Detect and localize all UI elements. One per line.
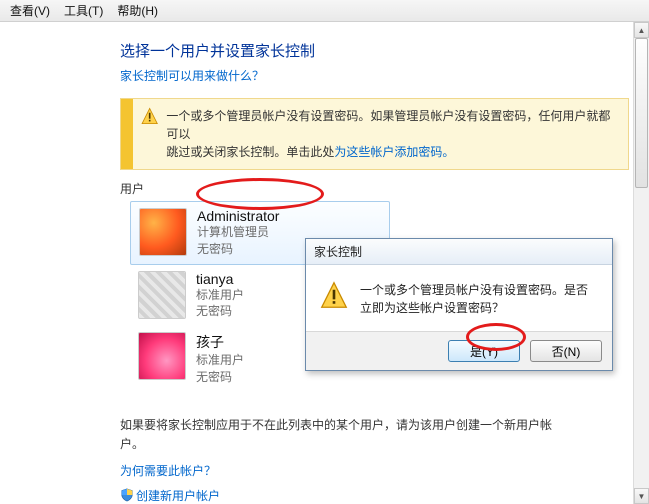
- user-pw: 无密码: [197, 241, 279, 258]
- warning-icon: [141, 107, 158, 125]
- create-account-link[interactable]: 创建新用户帐户: [120, 487, 629, 504]
- avatar: [138, 271, 186, 319]
- avatar: [138, 332, 186, 380]
- dialog-button-row: 是(Y) 否(N): [306, 331, 612, 370]
- warning-banner: 一个或多个管理员帐户没有设置密码。如果管理员帐户没有设置密码，任何用户就都可以 …: [120, 98, 629, 170]
- vertical-scrollbar[interactable]: ▲ ▼: [633, 22, 649, 504]
- what-is-link[interactable]: 家长控制可以用来做什么？: [120, 69, 264, 83]
- user-pw: 无密码: [196, 303, 244, 320]
- warning-stripe: [121, 99, 133, 169]
- parental-control-dialog: 家长控制 一个或多个管理员帐户没有设置密码。是否立即为这些帐户设置密码？ 是(Y…: [305, 238, 613, 371]
- user-role: 标准用户: [196, 287, 244, 304]
- user-role: 标准用户: [196, 352, 244, 369]
- user-name: Administrator: [197, 208, 279, 224]
- avatar: [139, 208, 187, 256]
- user-role: 计算机管理员: [197, 224, 279, 241]
- dialog-title: 家长控制: [306, 239, 612, 265]
- users-section-label: 用户: [120, 180, 629, 197]
- no-button[interactable]: 否(N): [530, 340, 602, 362]
- scroll-track[interactable]: [634, 38, 649, 488]
- warning-icon: [320, 281, 348, 309]
- scroll-down-button[interactable]: ▼: [634, 488, 649, 504]
- user-name: 孩子: [196, 332, 244, 352]
- menu-tools[interactable]: 工具(T): [64, 2, 103, 19]
- sidebar: [0, 22, 110, 504]
- menu-help[interactable]: 帮助(H): [117, 2, 158, 19]
- footer-text: 如果要将家长控制应用于不在此列表中的某个用户，请为该用户创建一个新用户帐户。: [120, 416, 570, 454]
- scroll-up-button[interactable]: ▲: [634, 22, 649, 38]
- add-password-link[interactable]: 为这些帐户添加密码。: [334, 145, 454, 159]
- dialog-message: 一个或多个管理员帐户没有设置密码。是否立即为这些帐户设置密码？: [360, 281, 598, 317]
- shield-icon: [120, 488, 134, 502]
- menu-view[interactable]: 查看(V): [10, 2, 50, 19]
- page-title: 选择一个用户并设置家长控制: [120, 40, 629, 61]
- warning-text: 一个或多个管理员帐户没有设置密码。如果管理员帐户没有设置密码，任何用户就都可以 …: [166, 107, 618, 161]
- user-name: tianya: [196, 271, 244, 287]
- yes-button[interactable]: 是(Y): [448, 340, 520, 362]
- why-account-link[interactable]: 为何需要此帐户？: [120, 462, 629, 479]
- menubar: 查看(V) 工具(T) 帮助(H): [0, 0, 649, 22]
- scroll-thumb[interactable]: [635, 38, 648, 188]
- user-pw: 无密码: [196, 369, 244, 386]
